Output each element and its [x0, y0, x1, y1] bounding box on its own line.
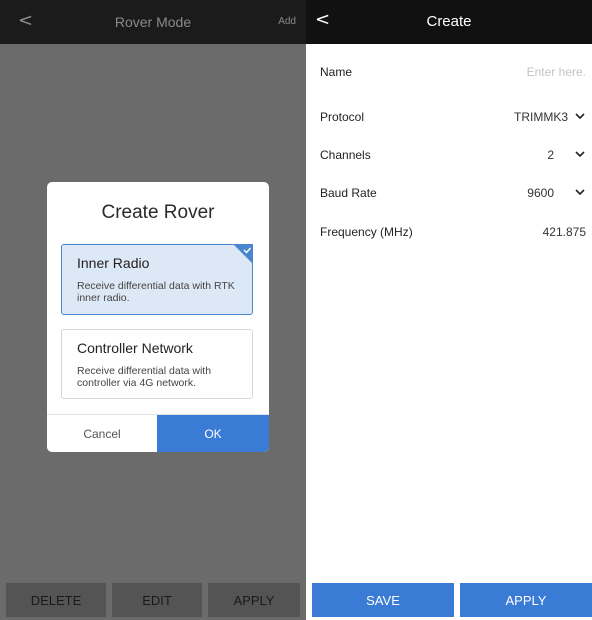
add-button[interactable]: Add: [278, 16, 296, 27]
save-button[interactable]: SAVE: [312, 583, 454, 617]
frequency-label: Frequency (MHz): [320, 225, 413, 239]
baud-rate-label: Baud Rate: [320, 186, 377, 200]
option-inner-radio[interactable]: Inner Radio Receive differential data wi…: [61, 244, 253, 315]
protocol-row[interactable]: Protocol TRIMMK3: [306, 106, 592, 130]
create-toolbar: SAVE APPLY: [312, 583, 592, 617]
protocol-label: Protocol: [320, 110, 365, 124]
rover-mode-screen: < Rover Mode Add Create Rover Inner Radi…: [0, 0, 306, 620]
name-row[interactable]: Name Enter here.: [306, 61, 592, 85]
option-title: Inner Radio: [77, 255, 150, 271]
baud-rate-row[interactable]: Baud Rate 9600: [306, 182, 592, 206]
option-title: Controller Network: [77, 340, 193, 356]
option-description: Receive differential data with controlle…: [77, 365, 212, 389]
option-description: Receive differential data with RTK inner…: [77, 280, 235, 304]
protocol-select[interactable]: TRIMMK3: [514, 110, 568, 124]
cancel-button[interactable]: Cancel: [47, 415, 157, 452]
baud-rate-select[interactable]: 9600: [527, 186, 554, 200]
page-title: Rover Mode: [114, 14, 192, 30]
channels-select[interactable]: 2: [547, 148, 554, 162]
channels-label: Channels: [320, 148, 371, 162]
edit-button[interactable]: EDIT: [112, 583, 202, 617]
name-input[interactable]: Enter here.: [527, 65, 586, 79]
create-rover-dialog: Create Rover Inner Radio Receive differe…: [47, 182, 269, 452]
frequency-input[interactable]: 421.875: [543, 225, 586, 239]
rover-mode-toolbar: DELETE EDIT APPLY: [6, 583, 300, 617]
chevron-down-icon[interactable]: [574, 147, 586, 161]
chevron-down-icon[interactable]: [574, 109, 586, 123]
dialog-buttons: Cancel OK: [47, 414, 269, 452]
create-screen: < Create Name Enter here. Protocol TRIMM…: [306, 0, 592, 620]
check-icon: [233, 244, 253, 264]
apply-button[interactable]: APPLY: [208, 583, 300, 617]
create-header: < Create: [306, 0, 592, 44]
name-label: Name: [320, 65, 353, 79]
frequency-row[interactable]: Frequency (MHz) 421.875: [306, 221, 592, 245]
chevron-down-icon[interactable]: [574, 185, 586, 199]
ok-button[interactable]: OK: [157, 415, 269, 452]
dialog-title: Create Rover: [101, 202, 215, 223]
delete-button[interactable]: DELETE: [6, 583, 106, 617]
option-controller-network[interactable]: Controller Network Receive differential …: [61, 329, 253, 399]
apply-button[interactable]: APPLY: [460, 583, 592, 617]
rover-mode-header: < Rover Mode Add: [0, 0, 306, 44]
page-title: Create: [426, 13, 472, 30]
channels-row[interactable]: Channels 2: [306, 144, 592, 168]
